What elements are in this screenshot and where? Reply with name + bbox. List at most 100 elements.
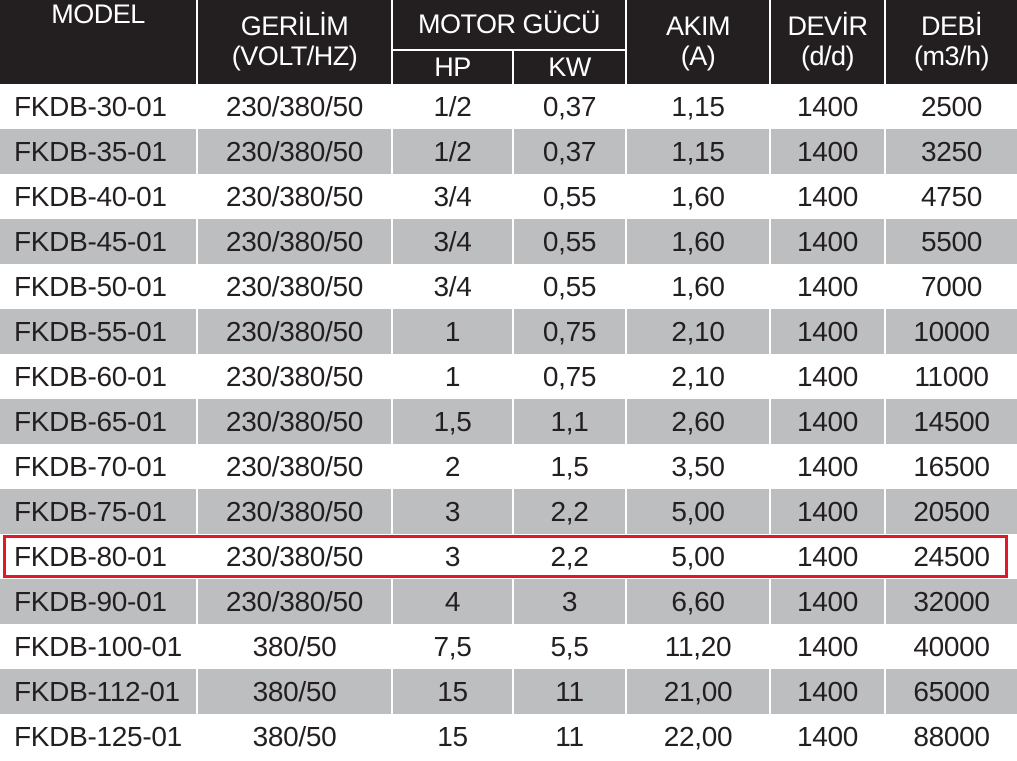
cell-hp: 3 [391,489,513,534]
cell-gerilim: 230/380/50 [196,129,392,174]
cell-akim: 22,00 [625,714,770,759]
cell-debi: 11000 [884,354,1017,399]
cell-kw: 2,2 [512,534,626,579]
cell-debi: 40000 [884,624,1017,669]
table-row: FKDB-80-01 230/380/50 3 2,2 5,00 1400 24500 [0,534,1017,579]
header-kw: KW [512,50,626,84]
cell-kw: 5,5 [512,624,626,669]
cell-devir: 1400 [769,714,885,759]
table-row: FKDB-112-01 380/50 15 11 21,00 1400 65000 [0,669,1017,714]
table-body: FKDB-30-01 230/380/50 1/2 0,37 1,15 1400 2500 F… [0,84,1017,759]
cell-hp: 1 [391,354,513,399]
header-akim-line2: (A) [680,41,716,71]
table-row: FKDB-40-01 230/380/50 3/4 0,55 1,60 1400 4750 [0,174,1017,219]
cell-model: FKDB-55-01 [0,309,197,354]
cell-model: FKDB-30-01 [0,84,197,129]
cell-model: FKDB-45-01 [0,219,197,264]
cell-model: FKDB-75-01 [0,489,197,534]
cell-debi: 16500 [884,444,1017,489]
cell-debi: 24500 [884,534,1017,579]
cell-kw: 0,37 [512,84,626,129]
cell-hp: 4 [391,579,513,624]
cell-gerilim: 230/380/50 [196,534,392,579]
cell-akim: 1,15 [625,129,770,174]
cell-hp: 7,5 [391,624,513,669]
cell-devir: 1400 [769,219,885,264]
cell-model: FKDB-90-01 [0,579,197,624]
cell-akim: 1,60 [625,264,770,309]
cell-kw: 0,37 [512,129,626,174]
cell-kw: 11 [512,714,626,759]
cell-debi: 20500 [884,489,1017,534]
table-row: FKDB-45-01 230/380/50 3/4 0,55 1,60 1400 5500 [0,219,1017,264]
cell-model: FKDB-70-01 [0,444,197,489]
cell-kw: 1,5 [512,444,626,489]
cell-hp: 1 [391,309,513,354]
cell-debi: 5500 [884,219,1017,264]
header-akim: AKIM (A) [625,0,770,84]
cell-kw: 11 [512,669,626,714]
cell-debi: 7000 [884,264,1017,309]
cell-akim: 1,60 [625,174,770,219]
cell-hp: 15 [391,714,513,759]
cell-akim: 5,00 [625,489,770,534]
header-motor-gucu: MOTOR GÜCÜ [391,0,626,51]
cell-akim: 2,10 [625,354,770,399]
cell-akim: 3,50 [625,444,770,489]
cell-akim: 2,60 [625,399,770,444]
cell-hp: 3/4 [391,174,513,219]
table-row: FKDB-75-01 230/380/50 3 2,2 5,00 1400 20500 [0,489,1017,534]
cell-debi: 88000 [884,714,1017,759]
cell-hp: 15 [391,669,513,714]
cell-model: FKDB-60-01 [0,354,197,399]
cell-kw: 0,75 [512,309,626,354]
cell-akim: 6,60 [625,579,770,624]
cell-hp: 3/4 [391,264,513,309]
cell-gerilim: 230/380/50 [196,489,392,534]
header-gerilim: GERİLİM (VOLT/HZ) [196,0,392,84]
cell-kw: 0,75 [512,354,626,399]
table-row: FKDB-90-01 230/380/50 4 3 6,60 1400 32000 [0,579,1017,624]
cell-model: FKDB-112-01 [0,669,197,714]
cell-kw: 0,55 [512,264,626,309]
cell-debi: 4750 [884,174,1017,219]
table-row: FKDB-30-01 230/380/50 1/2 0,37 1,15 1400 2500 [0,84,1017,129]
cell-devir: 1400 [769,354,885,399]
cell-debi: 14500 [884,399,1017,444]
cell-model: FKDB-100-01 [0,624,197,669]
header-hp: HP [391,50,513,84]
cell-gerilim: 380/50 [196,669,392,714]
cell-kw: 2,2 [512,489,626,534]
cell-akim: 11,20 [625,624,770,669]
cell-debi: 3250 [884,129,1017,174]
cell-kw: 0,55 [512,174,626,219]
header-debi-line1: DEBİ [920,11,983,42]
table-row: FKDB-50-01 230/380/50 3/4 0,55 1,60 1400 7000 [0,264,1017,309]
cell-model: FKDB-50-01 [0,264,197,309]
cell-gerilim: 230/380/50 [196,264,392,309]
cell-gerilim: 380/50 [196,714,392,759]
cell-devir: 1400 [769,489,885,534]
cell-akim: 5,00 [625,534,770,579]
cell-kw: 3 [512,579,626,624]
cell-devir: 1400 [769,309,885,354]
cell-debi: 10000 [884,309,1017,354]
cell-gerilim: 230/380/50 [196,174,392,219]
cell-devir: 1400 [769,84,885,129]
cell-gerilim: 230/380/50 [196,219,392,264]
cell-kw: 1,1 [512,399,626,444]
cell-gerilim: 230/380/50 [196,84,392,129]
header-akim-line1: AKIM [665,11,731,42]
cell-gerilim: 230/380/50 [196,354,392,399]
cell-gerilim: 380/50 [196,624,392,669]
cell-hp: 3/4 [391,219,513,264]
cell-gerilim: 230/380/50 [196,309,392,354]
cell-gerilim: 230/380/50 [196,579,392,624]
cell-hp: 1/2 [391,129,513,174]
cell-akim: 1,15 [625,84,770,129]
table-row: FKDB-55-01 230/380/50 1 0,75 2,10 1400 10000 [0,309,1017,354]
cell-gerilim: 230/380/50 [196,444,392,489]
table-row: FKDB-35-01 230/380/50 1/2 0,37 1,15 1400 3250 [0,129,1017,174]
header-devir-line1: DEVİR [787,11,868,42]
fan-spec-table: MODEL GERİLİM (VOLT/HZ) MOTOR GÜCÜ AKIM … [0,0,1017,759]
